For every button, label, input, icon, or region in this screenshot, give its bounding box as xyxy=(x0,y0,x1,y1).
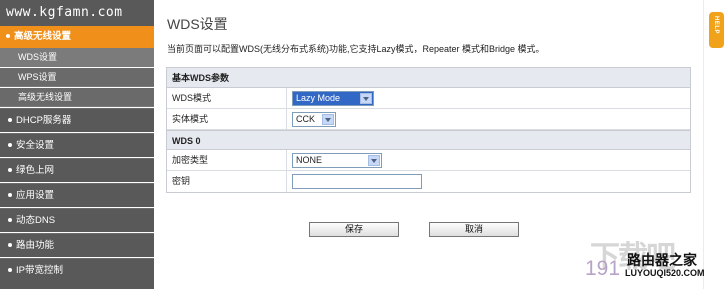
phy-mode-value: CCK xyxy=(296,114,316,124)
sidebar-item-label: 动态DNS xyxy=(16,215,56,226)
sidebar-item-label: 应用设置 xyxy=(16,190,55,201)
section-heading-wds0: WDS 0 xyxy=(167,130,690,150)
sidebar-subitem-label: WDS设置 xyxy=(18,52,57,62)
sidebar-item-dhcp[interactable]: DHCP服务器 xyxy=(0,108,154,132)
help-tab[interactable]: HELP xyxy=(709,12,724,48)
bullet-icon xyxy=(8,268,12,273)
encryption-select[interactable]: NONE xyxy=(292,153,382,168)
column-divider xyxy=(286,109,287,129)
column-divider xyxy=(286,171,287,192)
watermark-site-url: LUYOUQI520.COM xyxy=(625,268,705,278)
sidebar-item-green-internet[interactable]: 绿色上网 xyxy=(0,158,154,182)
sidebar: www.kgfamn.com 高级无线设置 WDS设置 WPS设置 高级无线设置… xyxy=(0,0,154,289)
chevron-down-icon xyxy=(360,93,372,104)
chevron-down-icon xyxy=(322,114,334,125)
wds-mode-label: WDS模式 xyxy=(172,93,211,103)
save-button[interactable]: 保存 xyxy=(309,222,399,237)
bullet-icon xyxy=(8,168,12,173)
watermark-number: 191 xyxy=(585,257,621,280)
sidebar-item-label: 绿色上网 xyxy=(16,165,55,176)
settings-table: 基本WDS参数 WDS模式 Lazy Mode 实体模式 CCK WDS 0 加… xyxy=(166,67,691,193)
column-divider xyxy=(286,88,287,108)
row-wds-mode: WDS模式 Lazy Mode xyxy=(167,88,690,109)
sidebar-item-label: 高级无线设置 xyxy=(14,31,72,42)
sidebar-item-bandwidth[interactable]: IP带宽控制 xyxy=(0,258,154,289)
help-label: HELP xyxy=(713,16,719,35)
sidebar-subitem-advanced-wireless[interactable]: 高级无线设置 xyxy=(0,88,154,107)
encryption-label: 加密类型 xyxy=(172,155,209,165)
watermark-site-name: 路由器之家 xyxy=(627,252,697,268)
bullet-icon xyxy=(8,118,12,123)
sidebar-item-label: DHCP服务器 xyxy=(16,115,72,126)
chevron-down-icon xyxy=(368,155,380,166)
sidebar-item-routing[interactable]: 路由功能 xyxy=(0,233,154,257)
page-title: WDS设置 xyxy=(167,16,228,32)
wds-mode-select[interactable]: Lazy Mode xyxy=(292,91,374,106)
sidebar-item-security[interactable]: 安全设置 xyxy=(0,133,154,157)
key-input[interactable] xyxy=(292,174,422,189)
phy-mode-select[interactable]: CCK xyxy=(292,112,336,127)
bullet-icon xyxy=(8,193,12,198)
page-description: 当前页面可以配置WDS(无线分布式系统)功能,它支持Lazy模式，Repeate… xyxy=(167,44,545,54)
wds-mode-value: Lazy Mode xyxy=(296,93,341,103)
bullet-icon xyxy=(6,34,10,39)
bullet-icon xyxy=(8,243,12,248)
row-key: 密钥 xyxy=(167,171,690,192)
cancel-button[interactable]: 取消 xyxy=(429,222,519,237)
row-phy-mode: 实体模式 CCK xyxy=(167,109,690,130)
sidebar-item-label: 路由功能 xyxy=(16,240,55,251)
key-label: 密钥 xyxy=(172,176,191,186)
phy-mode-label: 实体模式 xyxy=(172,114,209,124)
sidebar-item-ddns[interactable]: 动态DNS xyxy=(0,208,154,232)
sidebar-item-advanced-wireless[interactable]: 高级无线设置 xyxy=(0,26,154,48)
sidebar-item-applications[interactable]: 应用设置 xyxy=(0,183,154,207)
site-watermark: www.kgfamn.com xyxy=(6,5,123,20)
sidebar-subitem-label: 高级无线设置 xyxy=(18,92,73,102)
bullet-icon xyxy=(8,143,12,148)
sidebar-subitem-wps[interactable]: WPS设置 xyxy=(0,68,154,87)
sidebar-item-label: 安全设置 xyxy=(16,140,55,151)
sidebar-subitem-wds[interactable]: WDS设置 xyxy=(0,48,154,67)
row-encryption: 加密类型 NONE xyxy=(167,150,690,171)
column-divider xyxy=(286,150,287,170)
bullet-icon xyxy=(8,218,12,223)
sidebar-item-label: IP带宽控制 xyxy=(16,265,63,276)
logo-area: www.kgfamn.com xyxy=(0,0,154,26)
section-heading-basic: 基本WDS参数 xyxy=(167,68,690,88)
sidebar-subitem-label: WPS设置 xyxy=(18,72,57,82)
encryption-value: NONE xyxy=(296,155,323,165)
